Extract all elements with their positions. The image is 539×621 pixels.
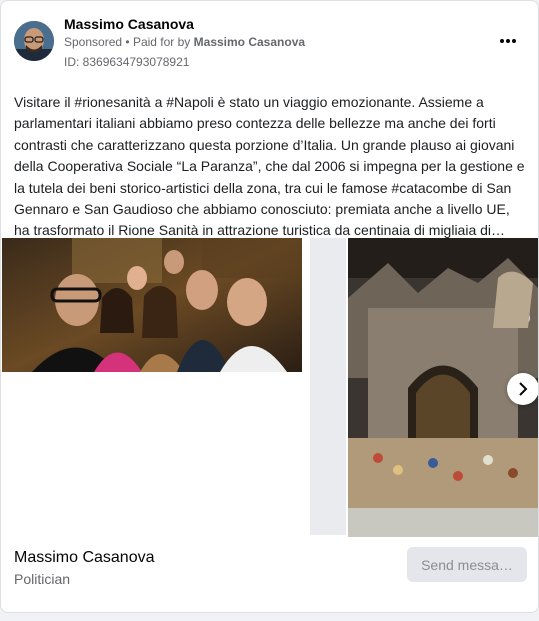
post-text: Visitare il #rionesanità a #Napoli è sta… <box>14 94 525 239</box>
paid-for-prefix: Paid for by <box>132 35 191 49</box>
separator-dot: • <box>125 35 133 49</box>
more-options-icon[interactable] <box>495 31 521 51</box>
sponsored-label: Sponsored <box>64 35 123 49</box>
avatar[interactable] <box>14 21 54 61</box>
chevron-right-icon <box>519 382 528 396</box>
carousel-image-1[interactable] <box>2 238 302 372</box>
sponsored-line: Sponsored • Paid for by Massimo Casanova <box>64 35 305 49</box>
footer-advertiser-name[interactable]: Massimo Casanova <box>14 549 155 567</box>
send-message-button[interactable]: Send messa… <box>407 547 527 582</box>
carousel-next-button[interactable] <box>507 373 538 405</box>
ad-id: ID: 8369634793078921 <box>64 55 190 69</box>
footer-category: Politician <box>14 571 71 587</box>
paid-for-name: Massimo Casanova <box>193 35 306 49</box>
advertiser-name[interactable]: Massimo Casanova <box>64 16 194 32</box>
carousel-gap <box>310 238 346 535</box>
ad-card: Massimo Casanova Sponsored • Paid for by… <box>0 0 539 613</box>
